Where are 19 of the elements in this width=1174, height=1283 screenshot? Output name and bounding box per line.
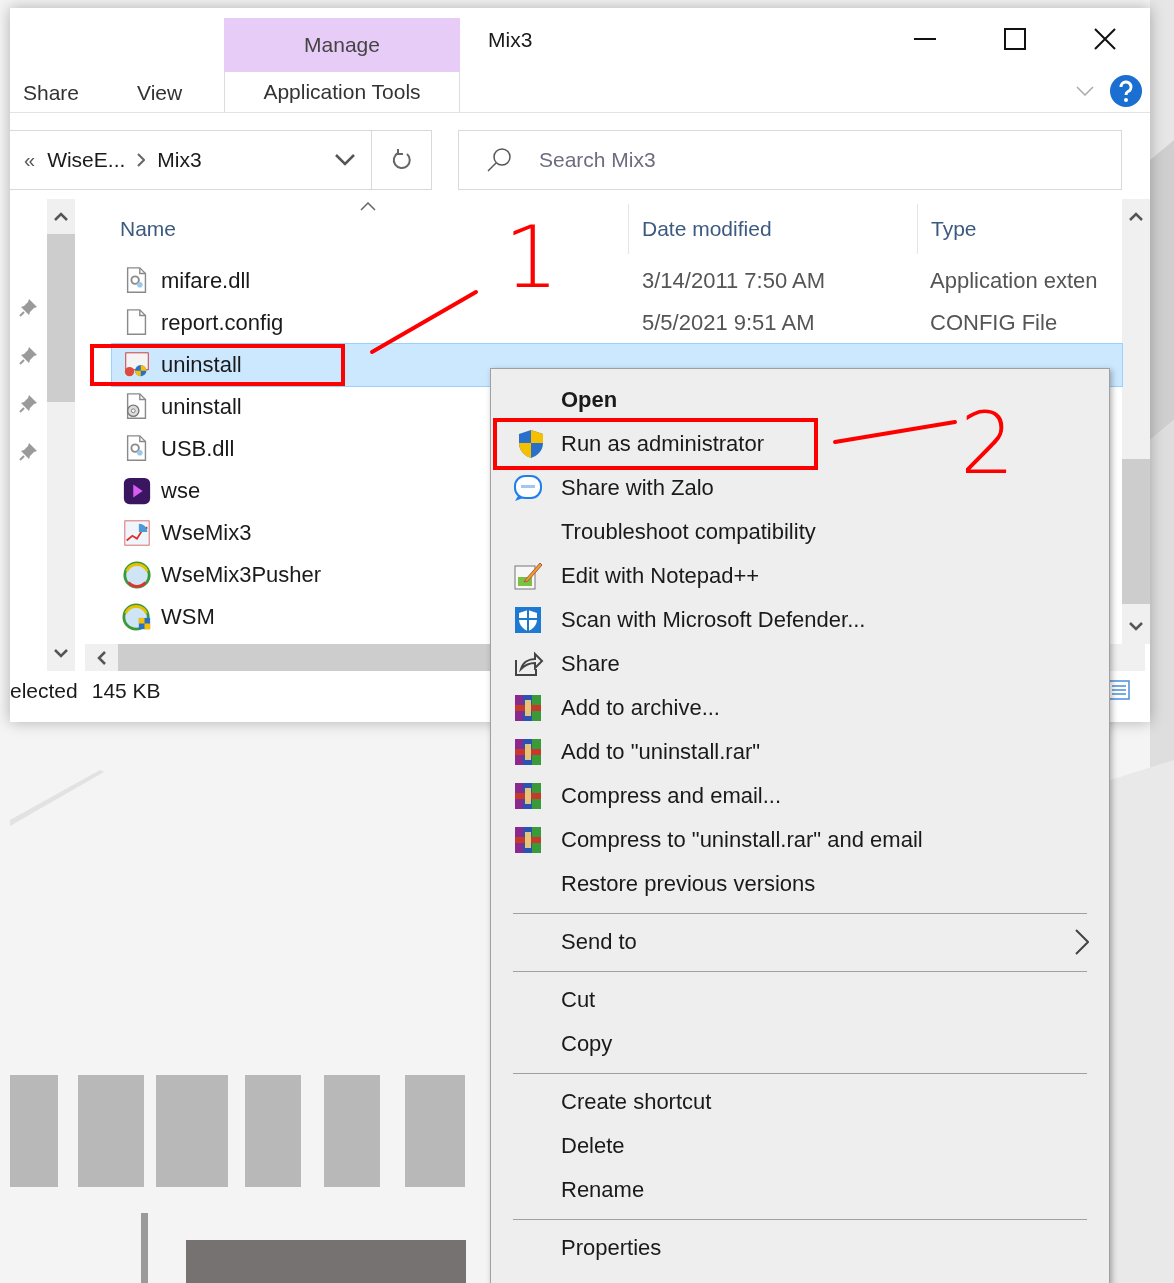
status-text: 145 KB (91, 679, 161, 703)
file-name: mifare.dll (161, 268, 251, 294)
file-name: uninstall (161, 352, 242, 378)
file-name: report.config (161, 310, 284, 336)
type-cell-text: CONFIG File (929, 310, 1059, 336)
file-name: USB.dll (161, 436, 235, 462)
file-name: wse (161, 478, 201, 504)
file-name: uninstall (161, 394, 242, 420)
status-text: elected (10, 679, 78, 703)
context-tab-header: Manage (224, 18, 460, 72)
type-cell-text: Application exten (929, 268, 1099, 294)
callout-number: 1 (504, 214, 559, 300)
callout-number: 2 (960, 400, 1015, 486)
file-name: WSM (161, 604, 215, 630)
date-cell-text: 5/5/2021 9:51 AM (641, 310, 816, 336)
date-cell-text: 3/14/2011 7:50 AM (641, 268, 827, 294)
file-name: WseMix3 (161, 520, 252, 546)
file-name: WseMix3Pusher (161, 562, 322, 588)
window-title: Mix3 (487, 27, 534, 52)
